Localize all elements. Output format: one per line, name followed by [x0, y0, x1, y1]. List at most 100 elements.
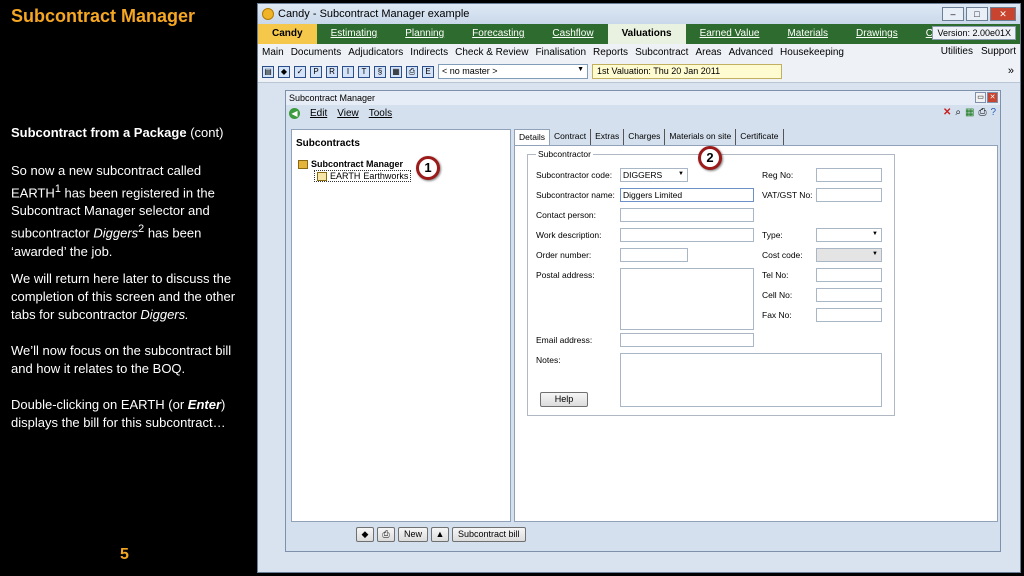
help-button[interactable]: Help: [540, 392, 588, 407]
grid-icon[interactable]: ◆: [278, 65, 290, 78]
para1-italic: Diggers: [93, 225, 139, 241]
tab-cashflow[interactable]: Cashflow: [538, 24, 607, 44]
menu-advanced[interactable]: Advanced: [729, 47, 773, 58]
close-icon[interactable]: ✕: [990, 7, 1016, 21]
delete-icon[interactable]: ✕: [943, 107, 951, 118]
details-panel: Subcontractor Subcontractor code: DIGGER…: [514, 145, 998, 522]
restore-icon[interactable]: ▭: [975, 92, 986, 103]
cell-label: Cell No:: [762, 290, 793, 300]
e-icon[interactable]: E: [422, 65, 434, 78]
up-arrow-icon[interactable]: ▲: [431, 527, 450, 542]
help-icon[interactable]: ?: [990, 107, 996, 118]
fax-label: Fax No:: [762, 310, 792, 320]
subcontract-bill-button[interactable]: Subcontract bill: [452, 527, 526, 542]
tab-details[interactable]: Details: [514, 129, 550, 145]
tab-drawings[interactable]: Drawings: [842, 24, 912, 44]
paragraph-2: We will return here later to discuss the…: [11, 270, 251, 324]
menu-finalisation[interactable]: Finalisation: [535, 47, 586, 58]
calc-icon[interactable]: ▦: [390, 65, 402, 78]
tool-icon[interactable]: ▤: [262, 65, 274, 78]
candy-app-icon: [262, 8, 274, 20]
tab-materials[interactable]: Materials: [773, 24, 842, 44]
tab-estimating[interactable]: Estimating: [317, 24, 392, 44]
minimize-icon[interactable]: –: [942, 7, 964, 21]
p-icon[interactable]: P: [310, 65, 322, 78]
maximize-icon[interactable]: □: [966, 7, 988, 21]
child-close-icon[interactable]: ✕: [987, 92, 998, 103]
version-badge: Version: 2.00e01X: [932, 26, 1016, 40]
menu-areas[interactable]: Areas: [695, 47, 721, 58]
tab-valuations[interactable]: Valuations: [607, 24, 686, 44]
tab-extras[interactable]: Extras: [591, 129, 625, 145]
find-icon[interactable]: ⌕: [955, 107, 961, 118]
order-number-field[interactable]: [620, 248, 688, 262]
folder-icon: [298, 159, 308, 169]
tab-materials-on-site[interactable]: Materials on site: [665, 129, 737, 145]
menu-check-review[interactable]: Check & Review: [455, 47, 528, 58]
menu-subcontract[interactable]: Subcontract: [635, 47, 688, 58]
tab-candy[interactable]: Candy: [258, 24, 317, 44]
tab-charges[interactable]: Charges: [624, 129, 666, 145]
cell-no-field[interactable]: [816, 288, 882, 302]
tree-root-label: Subcontract Manager: [311, 159, 404, 169]
tab-forecasting[interactable]: Forecasting: [458, 24, 538, 44]
menu-utilities[interactable]: Utilities: [941, 46, 973, 57]
type-label: Type:: [762, 230, 783, 240]
menu-documents[interactable]: Documents: [291, 47, 342, 58]
postal-address-field[interactable]: [620, 268, 754, 330]
notes-field[interactable]: [620, 353, 882, 407]
new-button[interactable]: New: [398, 527, 429, 542]
child-title: Subcontract Manager: [289, 93, 376, 103]
subcontract-tree: Subcontracts Subcontract Manager EARTH E…: [291, 129, 511, 522]
menu-indirects[interactable]: Indirects: [410, 47, 448, 58]
type-select[interactable]: [816, 228, 882, 242]
email-address-field[interactable]: [620, 333, 754, 347]
subcontractor-code-select[interactable]: DIGGERS: [620, 168, 688, 182]
blue-diamond-icon[interactable]: ◆: [356, 527, 374, 542]
main-menu: Main Documents Adjudicators Indirects Ch…: [258, 44, 1020, 61]
menu-support[interactable]: Support: [981, 46, 1016, 57]
vat-no-field[interactable]: [816, 188, 882, 202]
chevron-right-icon[interactable]: »: [1008, 65, 1014, 77]
cost-code-select[interactable]: [816, 248, 882, 262]
menu-tools[interactable]: Tools: [369, 108, 392, 119]
menu-view[interactable]: View: [337, 108, 359, 119]
contact-person-field[interactable]: [620, 208, 754, 222]
fax-no-field[interactable]: [816, 308, 882, 322]
reg-no-field[interactable]: [816, 168, 882, 182]
module-tabs: Candy Estimating Planning Forecasting Ca…: [258, 24, 1020, 44]
excel-icon[interactable]: ▦: [965, 107, 974, 118]
r-icon[interactable]: R: [326, 65, 338, 78]
printer-icon[interactable]: ⎙: [978, 107, 986, 118]
subcontractor-name-field[interactable]: Diggers Limited: [620, 188, 754, 202]
master-select[interactable]: < no master >: [438, 64, 588, 79]
bottom-print-icon[interactable]: ⎙: [377, 527, 395, 542]
menu-right: Utilities Support: [941, 46, 1016, 57]
check-icon[interactable]: ✓: [294, 65, 306, 78]
sc-icon[interactable]: §: [374, 65, 386, 78]
para2-text: We will return here later to discuss the…: [11, 271, 236, 322]
valuation-info: 1st Valuation: Thu 20 Jan 2011: [592, 64, 782, 79]
title-bar: Candy - Subcontract Manager example – □ …: [258, 4, 1020, 24]
tree-root[interactable]: Subcontract Manager: [298, 159, 403, 169]
work-description-field[interactable]: [620, 228, 754, 242]
code-label: Subcontractor code:: [536, 170, 613, 180]
menu-housekeeping[interactable]: Housekeeping: [780, 47, 844, 58]
paragraph-4: Double-clicking on EARTH (or Enter) disp…: [11, 396, 251, 432]
tree-leaf-name: Earthworks: [363, 171, 409, 181]
font-icon[interactable]: T: [358, 65, 370, 78]
tab-earned-value[interactable]: Earned Value: [686, 24, 774, 44]
i-icon[interactable]: I: [342, 65, 354, 78]
menu-main[interactable]: Main: [262, 47, 284, 58]
tree-item-earth[interactable]: EARTH Earthworks: [314, 170, 412, 182]
menu-adjudicators[interactable]: Adjudicators: [348, 47, 403, 58]
menu-reports[interactable]: Reports: [593, 47, 628, 58]
tel-no-field[interactable]: [816, 268, 882, 282]
back-arrow-icon[interactable]: ◀: [289, 107, 300, 119]
tab-contract[interactable]: Contract: [550, 129, 592, 145]
callout-1: 1: [416, 156, 440, 180]
tab-planning[interactable]: Planning: [391, 24, 458, 44]
tab-certificate[interactable]: Certificate: [736, 129, 784, 145]
print-icon[interactable]: ⎙: [406, 65, 418, 78]
menu-edit[interactable]: Edit: [310, 108, 327, 119]
